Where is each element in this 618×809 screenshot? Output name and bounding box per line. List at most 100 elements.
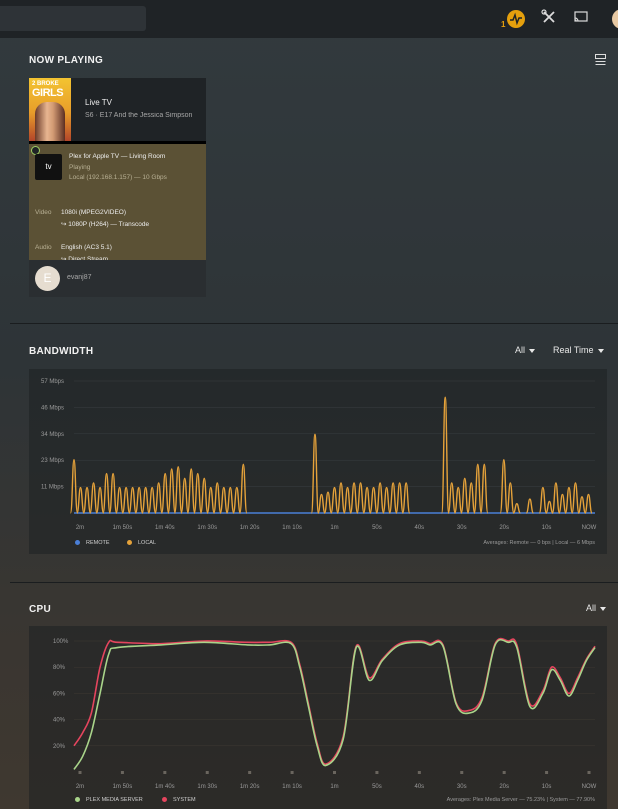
x-tick-label: 2m [76, 525, 84, 531]
user-avatar[interactable] [612, 9, 618, 29]
local-series-spike [395, 482, 404, 514]
local-series-spike [141, 486, 150, 514]
player-network: Local (192.168.1.157) — 10 Gbps [69, 174, 167, 181]
apple-tv-icon: tv [35, 154, 62, 180]
x-tick-mark [290, 771, 294, 774]
x-tick-mark [205, 771, 209, 774]
x-tick-label: 1m [330, 525, 338, 531]
cast-icon[interactable] [573, 9, 593, 29]
x-tick-mark [375, 771, 379, 774]
x-tick-label: NOW [582, 525, 597, 531]
y-tick-label: 20% [53, 744, 66, 750]
local-series-spike [375, 482, 385, 514]
tools-icon[interactable] [541, 9, 561, 29]
video-target: ↪ 1080P (H264) — Transcode [61, 221, 150, 228]
local-series-spike [76, 486, 85, 514]
x-tick-label: 1m 40s [155, 784, 175, 790]
x-tick-label: 1m 10s [282, 525, 302, 531]
bandwidth-legend-local: LOCAL [127, 540, 156, 546]
x-tick-label: 2m [76, 784, 84, 790]
user-row[interactable]: E evanj87 [29, 260, 206, 297]
bandwidth-range-dropdown[interactable]: Real Time [553, 345, 604, 355]
y-tick-label: 46 Mbps [41, 405, 64, 411]
x-tick-label: 40s [414, 784, 424, 790]
remote-legend-label: REMOTE [86, 540, 110, 546]
local-series-spike [577, 496, 587, 514]
x-tick-label: 1m [330, 784, 338, 790]
local-series-spike [173, 465, 183, 514]
x-tick-label: 1m 50s [113, 784, 133, 790]
local-series-spike [336, 482, 346, 514]
y-tick-label: 100% [53, 639, 69, 645]
local-series-spike [545, 500, 554, 514]
y-tick-label: 34 Mbps [41, 432, 64, 438]
user-name: evanj87 [67, 274, 92, 281]
activity-icon[interactable] [507, 10, 525, 28]
x-tick-mark [587, 771, 591, 774]
y-tick-label: 60% [53, 691, 66, 697]
chevron-down-icon [529, 348, 536, 353]
media-title: Live TV [85, 98, 112, 107]
local-series-spike [551, 482, 561, 514]
x-tick-label: 1m 30s [197, 525, 217, 531]
player-details: tv Plex for Apple TV — Living Room Playi… [29, 144, 206, 263]
local-series-spike [226, 486, 235, 514]
y-tick-label: 80% [53, 665, 66, 671]
local-series-spike [362, 486, 372, 514]
local-series-spike [441, 396, 450, 514]
local-series-spike [317, 493, 326, 514]
cpu-filter-dropdown[interactable]: All [586, 603, 607, 613]
local-series-spike [154, 482, 163, 514]
local-series-spike [401, 482, 411, 514]
y-tick-label: 57 Mbps [41, 379, 64, 385]
view-toggle-icon[interactable] [595, 53, 606, 65]
x-tick-label: 1m 20s [240, 525, 260, 531]
local-series-spike [160, 472, 170, 514]
local-series-spike [213, 482, 222, 514]
local-series-spike [447, 482, 456, 514]
cpu-chart-svg: 20% 40% 60% 80% 100% 2m 1m 50s 1m 40s 1m 30s 1m 2… [53, 637, 597, 790]
audio-label: Audio [35, 244, 52, 251]
bandwidth-filter-dropdown[interactable]: All [515, 345, 536, 355]
local-series-spike [454, 486, 463, 514]
cpu-averages: Averages: Plex Media Server — 75.23% | S… [446, 797, 595, 803]
now-playing-card[interactable]: 2 BROKE GIRLS Live TV S6 · E17 And the J… [29, 78, 206, 297]
bandwidth-filter-value: All [515, 345, 526, 355]
cpu-legend-pms: PLEX MEDIA SERVER [75, 797, 143, 803]
search-input[interactable] [0, 6, 146, 31]
user-avatar-small: E [35, 266, 60, 291]
local-series-spike [584, 493, 593, 514]
activity-count-badge: 1 [501, 20, 506, 29]
local-series-spike [147, 486, 157, 514]
cpu-filter-value: All [586, 603, 597, 613]
local-series-spike [538, 486, 548, 514]
x-tick-label: 1m 40s [155, 525, 175, 531]
y-tick-label: 23 Mbps [41, 458, 64, 464]
poster-figures [35, 102, 65, 141]
system-legend-label: SYSTEM [173, 797, 196, 803]
x-tick-mark [120, 771, 124, 774]
local-series-spike [219, 486, 228, 514]
local-series-spike [571, 482, 580, 514]
x-tick-label: 30s [457, 525, 467, 531]
pms-legend-label: PLEX MEDIA SERVER [86, 797, 143, 803]
x-tick-mark [78, 771, 82, 774]
local-series-spike [388, 482, 398, 514]
x-tick-mark [502, 771, 506, 774]
apple-tv-logo-text: tv [45, 162, 52, 171]
local-series-spike [330, 486, 339, 514]
local-series-spike [82, 486, 92, 514]
x-tick-label: 20s [499, 525, 509, 531]
x-tick-label: 1m 30s [197, 784, 217, 790]
x-tick-label: 20s [499, 784, 509, 790]
local-series-spike [349, 482, 359, 514]
chevron-down-icon [597, 348, 604, 353]
x-tick-mark [333, 771, 336, 774]
local-series-spike [121, 486, 131, 514]
media-subtitle: S6 · E17 And the Jessica Simpson [85, 112, 193, 119]
local-legend-label: LOCAL [138, 540, 157, 546]
local-series-spike [558, 493, 567, 514]
cpu-chart: 20% 40% 60% 80% 100% 2m 1m 50s 1m 40s 1m 30s 1m 2… [29, 626, 607, 809]
local-series-spike [128, 486, 137, 514]
local-series-spike [187, 468, 196, 514]
